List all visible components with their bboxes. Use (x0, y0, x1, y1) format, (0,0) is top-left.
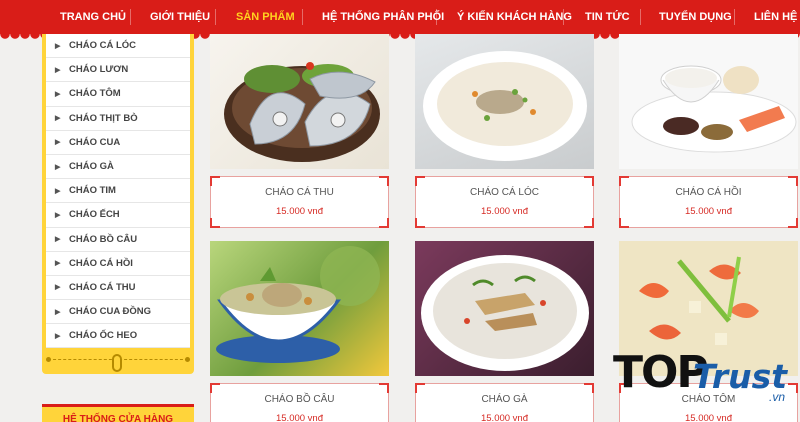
sidebar-product-menu: ▶ CHÁO CÁ LÓC ▶ CHÁO LƯƠN ▶ CHÁO TÔM ▶ CHÁO … (42, 34, 194, 374)
product-info: CHÁO CÁ LÓC 15.000 vnđ (415, 176, 594, 228)
triangle-right-icon: ▶ (55, 139, 61, 147)
sidebar-item-chao-ca-thu[interactable]: ▶ CHÁO CÁ THU (46, 276, 190, 301)
dot-icon (185, 357, 190, 362)
pigeon-soup-image (216, 246, 380, 363)
triangle-right-icon: ▶ (55, 163, 61, 171)
nav-separator (734, 9, 735, 25)
triangle-right-icon: ▶ (55, 187, 61, 195)
triangle-right-icon: ▶ (55, 236, 61, 244)
sidebar-item-label: CHÁO LƯƠN (69, 64, 129, 76)
product-image[interactable] (415, 34, 594, 169)
nav-item-san-pham[interactable]: SẢN PHẨM (236, 11, 295, 23)
sidebar-item-label: CHÁO CÁ HỒI (69, 257, 133, 269)
sidebar-item-label: CHÁO CÁ THU (69, 281, 136, 293)
triangle-right-icon: ▶ (55, 42, 61, 50)
nav-item-gioi-thieu[interactable]: GIỚI THIỆU (150, 11, 210, 23)
product-info: CHÁO CÁ THU 15.000 vnđ (210, 176, 389, 228)
product-price: 15.000 vnđ (684, 413, 732, 422)
main-navigation: TRANG CHỦ GIỚI THIỆU SẢN PHẨM HỆ THỐNG P… (0, 0, 800, 34)
triangle-right-icon: ▶ (55, 308, 61, 316)
product-info: CHÁO GÀ 15.000 vnđ (415, 383, 594, 422)
triangle-right-icon: ▶ (55, 260, 61, 268)
triangle-right-icon: ▶ (55, 211, 61, 219)
product-price: 15.000 vnđ (480, 206, 528, 217)
pin-icon (112, 354, 122, 372)
triangle-right-icon: ▶ (55, 90, 61, 98)
triangle-right-icon: ▶ (55, 332, 61, 340)
product-price: 15.000 vnđ (480, 413, 528, 422)
sidebar-item-chao-ca-hoi[interactable]: ▶ CHÁO CÁ HỒI (46, 252, 190, 276)
toptrust-watermark-logo: TOP Trust .vn (613, 343, 793, 413)
sidebar-item-label: CHÁO CÁ LÓC (69, 40, 137, 52)
nav-separator (215, 9, 216, 25)
sidebar-item-chao-thit-bo[interactable]: ▶ CHÁO THỊT BÒ (46, 107, 190, 131)
product-name[interactable]: CHÁO BỒ CÂU (211, 394, 388, 405)
nav-separator (640, 9, 641, 25)
salmon-porridge-image (631, 65, 797, 153)
product-name[interactable]: CHÁO CÁ THU (211, 187, 388, 198)
product-image[interactable] (415, 241, 594, 376)
sidebar-item-label: CHÁO TÔM (69, 88, 121, 100)
sidebar-item-chao-ech[interactable]: ▶ CHÁO ẾCH (46, 203, 190, 228)
nav-separator (563, 9, 564, 25)
triangle-right-icon: ▶ (55, 115, 61, 123)
product-name[interactable]: CHÁO CÁ HỒI (620, 187, 797, 198)
store-system-heading: HỆ THỐNG CỬA HÀNG (62, 414, 174, 422)
product-card[interactable]: CHÁO CÁ LÓC 15.000 vnđ (415, 34, 594, 228)
product-card[interactable]: CHÁO CÁ HỒI 15.000 vnđ (619, 34, 798, 228)
sidebar-item-chao-ga[interactable]: ▶ CHÁO GÀ (46, 155, 190, 180)
sidebar-scroll-handle[interactable] (46, 352, 190, 372)
sidebar-item-chao-cua[interactable]: ▶ CHÁO CUA (46, 131, 190, 155)
store-system-heading-box: HỆ THỐNG CỬA HÀNG (42, 404, 194, 422)
dot-icon (46, 357, 51, 362)
triangle-right-icon: ▶ (55, 284, 61, 292)
nav-item-tin-tuc[interactable]: TIN TỨC (585, 11, 630, 23)
product-price: 15.000 vnđ (275, 413, 323, 422)
nav-separator (302, 9, 303, 25)
sidebar-item-label: CHÁO ỐC HEO (69, 330, 138, 342)
product-image[interactable] (210, 34, 389, 169)
sidebar-item-chao-bo-cau[interactable]: ▶ CHÁO BỒ CÂU (46, 228, 190, 252)
sidebar-item-label: CHÁO BỒ CÂU (69, 233, 138, 245)
product-image[interactable] (619, 34, 798, 169)
sidebar-item-chao-luon[interactable]: ▶ CHÁO LƯƠN (46, 58, 190, 83)
sidebar-list: ▶ CHÁO CÁ LÓC ▶ CHÁO LƯƠN ▶ CHÁO TÔM ▶ CHÁO … (46, 34, 190, 349)
nav-item-lien-he[interactable]: LIÊN HỆ (754, 11, 797, 23)
product-name[interactable]: CHÁO GÀ (416, 394, 593, 405)
triangle-right-icon: ▶ (55, 66, 61, 74)
nav-item-trang-chu[interactable]: TRANG CHỦ (60, 11, 126, 23)
sliced-fish-image (224, 62, 380, 162)
product-info: CHÁO CÁ HỒI 15.000 vnđ (619, 176, 798, 228)
sidebar-item-chao-tom[interactable]: ▶ CHÁO TÔM (46, 82, 190, 107)
sidebar-item-label: CHÁO CUA ĐỒNG (69, 306, 151, 318)
product-card[interactable]: CHÁO CÁ THU 15.000 vnđ (210, 34, 389, 228)
product-card[interactable]: CHÁO BỒ CÂU 15.000 vnđ (210, 241, 389, 422)
sidebar-item-label: CHÁO GÀ (69, 161, 114, 173)
nav-separator (130, 9, 131, 25)
nav-item-y-kien-khach-hang[interactable]: Ý KIẾN KHÁCH HÀNG (457, 11, 572, 23)
product-name[interactable]: CHÁO CÁ LÓC (416, 187, 593, 198)
nav-separator (436, 9, 437, 25)
product-price: 15.000 vnđ (684, 206, 732, 217)
sidebar-item-label: CHÁO CUA (69, 136, 121, 148)
nav-item-tuyen-dung[interactable]: TUYỂN DỤNG (659, 11, 732, 23)
product-card[interactable]: CHÁO GÀ 15.000 vnđ (415, 241, 594, 422)
sidebar-item-chao-cua-dong[interactable]: ▶ CHÁO CUA ĐỒNG (46, 300, 190, 325)
sidebar-item-chao-oc-heo[interactable]: ▶ CHÁO ỐC HEO (46, 324, 190, 349)
sidebar-item-chao-ca-loc[interactable]: ▶ CHÁO CÁ LÓC (46, 34, 190, 59)
sidebar-item-label: CHÁO TIM (69, 185, 116, 197)
sidebar-item-label: CHÁO ẾCH (69, 209, 120, 221)
sidebar-item-label: CHÁO THỊT BÒ (69, 112, 138, 124)
fish-porridge-image (423, 51, 587, 161)
chicken-porridge-image (421, 255, 589, 371)
sidebar-item-chao-tim[interactable]: ▶ CHÁO TIM (46, 179, 190, 204)
product-info: CHÁO BỒ CÂU 15.000 vnđ (210, 383, 389, 422)
nav-item-he-thong-phan-phoi[interactable]: HỆ THỐNG PHÂN PHỐI (322, 11, 444, 23)
product-price: 15.000 vnđ (275, 206, 323, 217)
logo-domain-text: .vn (769, 390, 786, 404)
product-image[interactable] (210, 241, 389, 376)
